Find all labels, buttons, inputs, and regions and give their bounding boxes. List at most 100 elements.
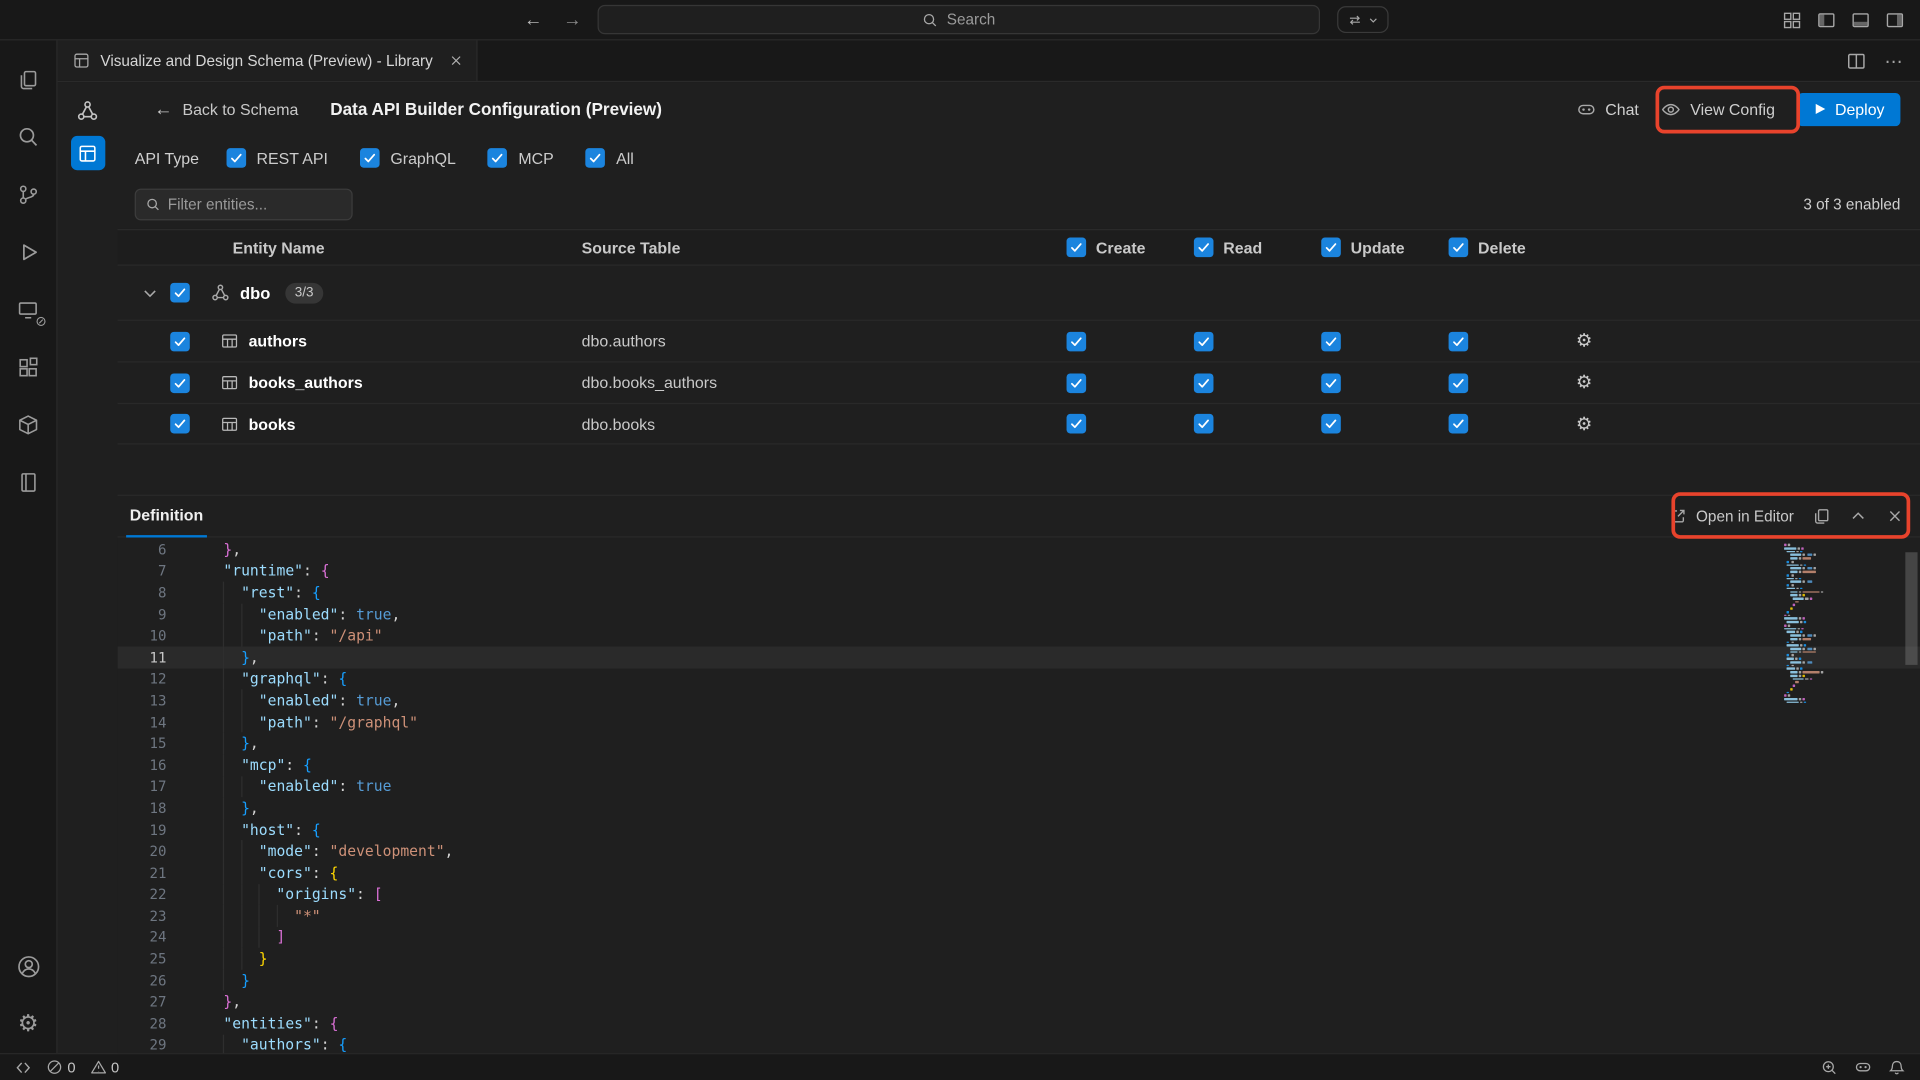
- notifications-bell-icon[interactable]: [1888, 1059, 1905, 1076]
- settings-gear-icon[interactable]: ⚙: [0, 996, 57, 1054]
- row-settings-gear-icon[interactable]: ⚙: [1576, 373, 1592, 391]
- open-in-editor-button[interactable]: Open in Editor: [1669, 507, 1794, 525]
- command-center-search[interactable]: Search: [598, 5, 1320, 34]
- definition-tab[interactable]: Definition: [126, 495, 207, 537]
- copilot-menu-button[interactable]: [1337, 6, 1388, 33]
- code-line: 15},: [118, 733, 1920, 755]
- search-sidebar-icon[interactable]: [0, 108, 57, 166]
- explorer-icon[interactable]: [0, 50, 57, 108]
- api-option-checkbox[interactable]: [586, 148, 606, 168]
- op-checkbox[interactable]: [1194, 414, 1214, 434]
- source-table: dbo.books_authors: [574, 373, 1054, 391]
- definition-editor[interactable]: 6},7"runtime": {8"rest": {9"enabled": tr…: [118, 538, 1920, 1054]
- chevron-down-icon[interactable]: [141, 283, 159, 301]
- row-select-checkbox[interactable]: [170, 331, 190, 351]
- extensions-icon[interactable]: [0, 338, 57, 396]
- source-table: dbo.authors: [574, 332, 1054, 350]
- schema-group-row[interactable]: dbo 3/3: [118, 266, 1920, 320]
- back-to-schema-button[interactable]: ← Back to Schema: [154, 99, 298, 120]
- deploy-button[interactable]: Deploy: [1797, 92, 1900, 125]
- chat-button[interactable]: Chat: [1576, 99, 1639, 120]
- entity-rows: authorsdbo.authors⚙books_authorsdbo.book…: [118, 320, 1920, 445]
- table-icon: [220, 414, 238, 432]
- table-row[interactable]: books_authorsdbo.books_authors⚙: [118, 361, 1920, 403]
- nav-back-icon[interactable]: ←: [524, 9, 542, 30]
- api-option-checkbox[interactable]: [488, 148, 508, 168]
- row-settings-gear-icon[interactable]: ⚙: [1576, 332, 1592, 350]
- copy-icon[interactable]: [1812, 507, 1830, 525]
- tab-visualize-schema[interactable]: Visualize and Design Schema (Preview) - …: [58, 40, 479, 80]
- row-settings-gear-icon[interactable]: ⚙: [1576, 414, 1592, 432]
- toggle-panel-bottom-icon[interactable]: [1851, 10, 1869, 28]
- library-icon[interactable]: [0, 453, 57, 511]
- line-number: 7: [118, 563, 167, 580]
- warning-icon: [90, 1059, 106, 1075]
- op-checkbox[interactable]: [1194, 373, 1214, 393]
- schema-view-button[interactable]: [70, 93, 104, 127]
- table-row[interactable]: authors dbo.authors ⚙: [118, 320, 1920, 362]
- nav-forward-icon[interactable]: →: [563, 9, 581, 30]
- designer-toolstrip: [58, 82, 118, 1053]
- op-checkbox[interactable]: [1194, 331, 1214, 351]
- problems-warnings[interactable]: 0: [90, 1059, 119, 1076]
- line-number: 15: [118, 735, 167, 752]
- search-icon: [922, 12, 938, 28]
- entity-name: authors: [249, 332, 307, 350]
- op-checkbox[interactable]: [1321, 331, 1341, 351]
- op-checkbox[interactable]: [1067, 331, 1087, 351]
- back-label: Back to Schema: [182, 100, 298, 118]
- view-config-label: View Config: [1690, 100, 1775, 118]
- code-line: 8"rest": {: [118, 582, 1920, 604]
- filter-entities-input-box[interactable]: [135, 189, 353, 221]
- table-row[interactable]: booksdbo.books⚙: [118, 403, 1920, 445]
- line-number: 12: [118, 670, 167, 687]
- scrollbar-thumb[interactable]: [1905, 552, 1917, 665]
- api-builder-view-button[interactable]: [70, 136, 104, 170]
- run-debug-icon[interactable]: [0, 223, 57, 281]
- op-checkbox[interactable]: [1321, 414, 1341, 434]
- group-select-checkbox[interactable]: [170, 283, 190, 303]
- view-config-button[interactable]: View Config: [1661, 99, 1775, 120]
- row-select-checkbox[interactable]: [170, 414, 190, 434]
- problems-errors[interactable]: 0: [47, 1059, 76, 1076]
- layout-grid-icon[interactable]: [1783, 10, 1801, 28]
- select-all-checkbox[interactable]: [1067, 238, 1087, 258]
- tab-close-icon[interactable]: [449, 53, 465, 69]
- row-select-checkbox[interactable]: [170, 373, 190, 393]
- remote-explorer-icon[interactable]: [0, 280, 57, 338]
- minimap[interactable]: [1782, 544, 1900, 705]
- line-number: 28: [118, 1015, 167, 1032]
- api-option-checkbox[interactable]: [226, 148, 246, 168]
- op-checkbox[interactable]: [1321, 373, 1341, 393]
- api-option-checkbox[interactable]: [360, 148, 380, 168]
- split-editor-icon[interactable]: [1847, 51, 1867, 71]
- source-control-icon[interactable]: [0, 165, 57, 223]
- activity-bar: ⚙: [0, 40, 58, 1053]
- select-all-checkbox[interactable]: [1449, 238, 1469, 258]
- filter-entities-input[interactable]: [168, 196, 342, 213]
- page-title: Data API Builder Configuration (Preview): [330, 99, 662, 119]
- select-all-checkbox[interactable]: [1194, 238, 1214, 258]
- op-checkbox[interactable]: [1449, 331, 1469, 351]
- remote-indicator-icon[interactable]: [15, 1059, 32, 1076]
- close-panel-icon[interactable]: [1886, 507, 1904, 525]
- line-number: 24: [118, 929, 167, 946]
- toggle-panel-left-icon[interactable]: [1817, 10, 1835, 28]
- op-checkbox[interactable]: [1449, 414, 1469, 434]
- zoom-icon[interactable]: [1821, 1059, 1838, 1076]
- table-icon: [220, 373, 238, 391]
- account-icon[interactable]: [0, 938, 57, 996]
- op-checkbox[interactable]: [1449, 373, 1469, 393]
- select-all-checkbox[interactable]: [1321, 238, 1341, 258]
- op-checkbox[interactable]: [1067, 414, 1087, 434]
- collapse-panel-icon[interactable]: [1849, 507, 1867, 525]
- copilot-status-icon[interactable]: [1854, 1058, 1872, 1076]
- database-project-icon[interactable]: [0, 396, 57, 454]
- op-header-label: Update: [1351, 238, 1405, 256]
- chevron-down-icon: [1368, 14, 1379, 25]
- more-actions-icon[interactable]: ⋯: [1885, 50, 1903, 72]
- status-bar: 0 0: [0, 1053, 1920, 1080]
- toggle-panel-right-icon[interactable]: [1886, 10, 1904, 28]
- op-checkbox[interactable]: [1067, 373, 1087, 393]
- line-number: 29: [118, 1036, 167, 1053]
